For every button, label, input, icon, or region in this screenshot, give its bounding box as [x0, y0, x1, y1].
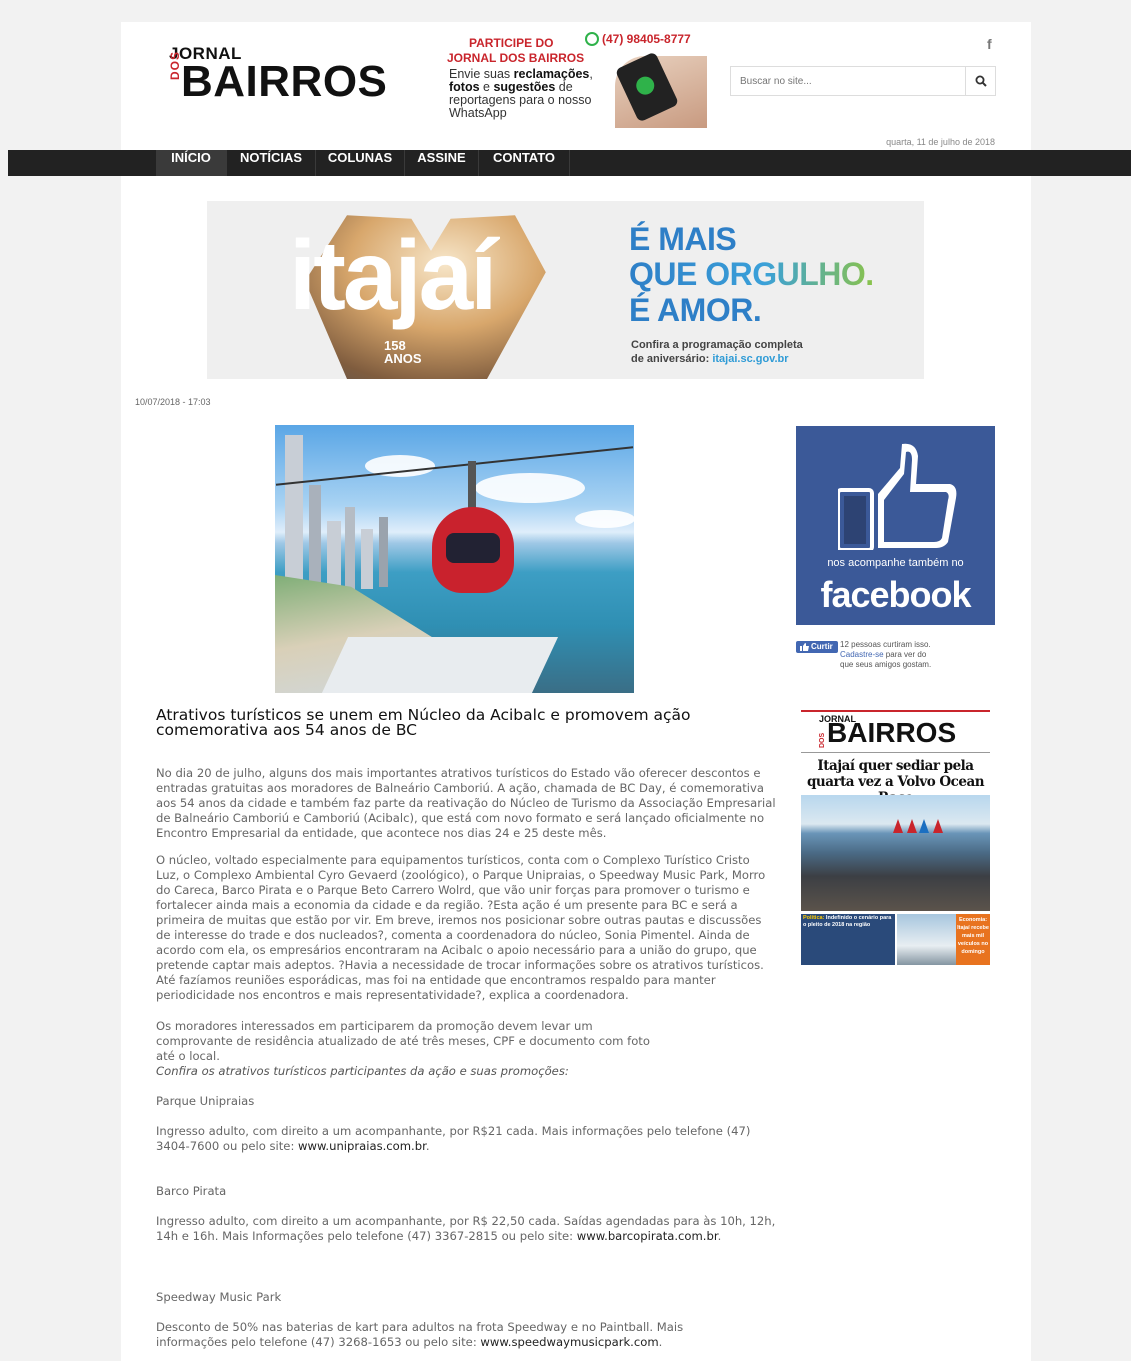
article-paragraph-2: O núcleo, voltado especialmente para equ… — [156, 853, 766, 1002]
main-nav: INÍCIO NOTÍCIAS COLUNAS ASSINE CONTATO — [8, 150, 1131, 176]
article-image — [275, 425, 634, 693]
like-count-text: 12 pessoas curtiram isso. Cadastre-se par… — [840, 640, 932, 669]
current-date: quarta, 11 de julho de 2018 — [886, 137, 995, 147]
article-paragraph-3: Os moradores interessados em participare… — [156, 1019, 650, 1063]
article-date: 10/07/2018 - 17:03 — [135, 397, 211, 407]
link-unipraias[interactable]: www.unipraias.com.br — [298, 1139, 426, 1153]
facebook-icon[interactable]: f — [987, 36, 992, 52]
logo-dos-text: DOS — [168, 50, 182, 80]
attraction-title-speedway: Speedway Music Park — [156, 1290, 282, 1304]
attraction-text-speedway: Desconto de 50% nas baterias de kart par… — [156, 1320, 684, 1349]
promo-years: 158 ANOS — [384, 338, 422, 366]
search-box — [730, 66, 996, 96]
banner-phone: (47) 98405-8777 — [585, 32, 691, 46]
newspaper-cover[interactable]: JORNAL DOS BAIRROS Itajaí quer sediar pe… — [801, 710, 990, 965]
link-speedway[interactable]: www.speedwaymusicpark.com — [480, 1335, 658, 1349]
banner-line1: PARTICIPE DO — [469, 36, 554, 50]
banner-text: Envie suas reclamações, fotos e sugestõe… — [449, 67, 593, 120]
cover-photo — [801, 795, 990, 911]
nav-item-inicio[interactable]: INÍCIO — [156, 150, 227, 176]
promo-subtext: Confira a programação completa de anivers… — [631, 339, 803, 365]
promo-word: itajaí — [289, 220, 497, 330]
attraction-title-unipraias: Parque Unipraias — [156, 1094, 255, 1108]
whatsapp-icon — [585, 32, 599, 46]
attraction-title-barco-pirata: Barco Pirata — [156, 1184, 227, 1198]
promo-url: itajai.sc.gov.br — [712, 353, 789, 365]
like-thumb-icon — [800, 643, 809, 651]
promo-line1: É MAIS — [629, 221, 737, 257]
nav-item-colunas[interactable]: COLUNAS — [316, 150, 405, 176]
facebook-wordmark: facebook — [820, 574, 971, 615]
article-paragraph-4: Confira os atrativos turísticos particip… — [156, 1064, 569, 1078]
promo-banner[interactable]: itajaí 158 ANOS É MAIS QUE ORGULHO. É AMO… — [207, 201, 924, 379]
facebook-small-text: nos acompanhe também no — [827, 557, 964, 569]
link-barcopirata[interactable]: www.barcopirata.com.br — [577, 1229, 718, 1243]
signup-link[interactable]: Cadastre-se — [840, 650, 884, 659]
nav-item-assine[interactable]: ASSINE — [405, 150, 479, 176]
search-icon — [975, 75, 987, 87]
nav-item-contato[interactable]: CONTATO — [479, 150, 570, 176]
cover-bairros-text: BAIRROS — [827, 717, 957, 748]
promo-line3: É AMOR. — [629, 292, 762, 328]
search-button[interactable] — [965, 67, 995, 95]
whatsapp-banner[interactable]: PARTICIPE DO (47) 98405-8777 JORNAL DOS … — [443, 30, 709, 128]
search-input[interactable] — [731, 67, 967, 95]
banner-line2: JORNAL DOS BAIRROS — [447, 51, 585, 65]
site-logo[interactable]: JORNAL DOS BAIRROS — [168, 44, 418, 106]
cable-line — [275, 446, 634, 486]
facebook-follow-box[interactable]: nos acompanhe também no facebook — [796, 426, 995, 625]
thumbs-up-icon — [838, 443, 957, 550]
cable-car — [432, 507, 514, 593]
facebook-like-widget: Curtir 12 pessoas curtiram isso. Cadastre… — [796, 640, 996, 672]
cover-thumb-economy: Economia: Itajaí recebe mais mil veículo… — [897, 914, 990, 965]
cover-thumb-politics: Política: Indefinido o cenário para o pl… — [801, 914, 895, 965]
nav-item-noticias[interactable]: NOTÍCIAS — [227, 150, 316, 176]
promo-line2: QUE ORGULHO. — [629, 256, 874, 292]
article-title: Atrativos turísticos se unem em Núcleo d… — [156, 706, 691, 739]
cover-dos-text: DOS — [819, 732, 826, 748]
logo-bairros-text: BAIRROS — [181, 57, 388, 106]
site-header: JORNAL DOS BAIRROS PARTICIPE DO (47) 984… — [121, 22, 1031, 150]
promo-photo: itajaí 158 ANOS — [277, 201, 557, 379]
attraction-text-barco-pirata: Ingresso adulto, com direito a um acompa… — [156, 1214, 776, 1243]
article-paragraph-1: No dia 20 de julho, alguns dos mais impo… — [156, 766, 776, 840]
attraction-text-unipraias: Ingresso adulto, com direito a um acompa… — [156, 1124, 751, 1153]
like-button[interactable]: Curtir — [796, 641, 838, 653]
